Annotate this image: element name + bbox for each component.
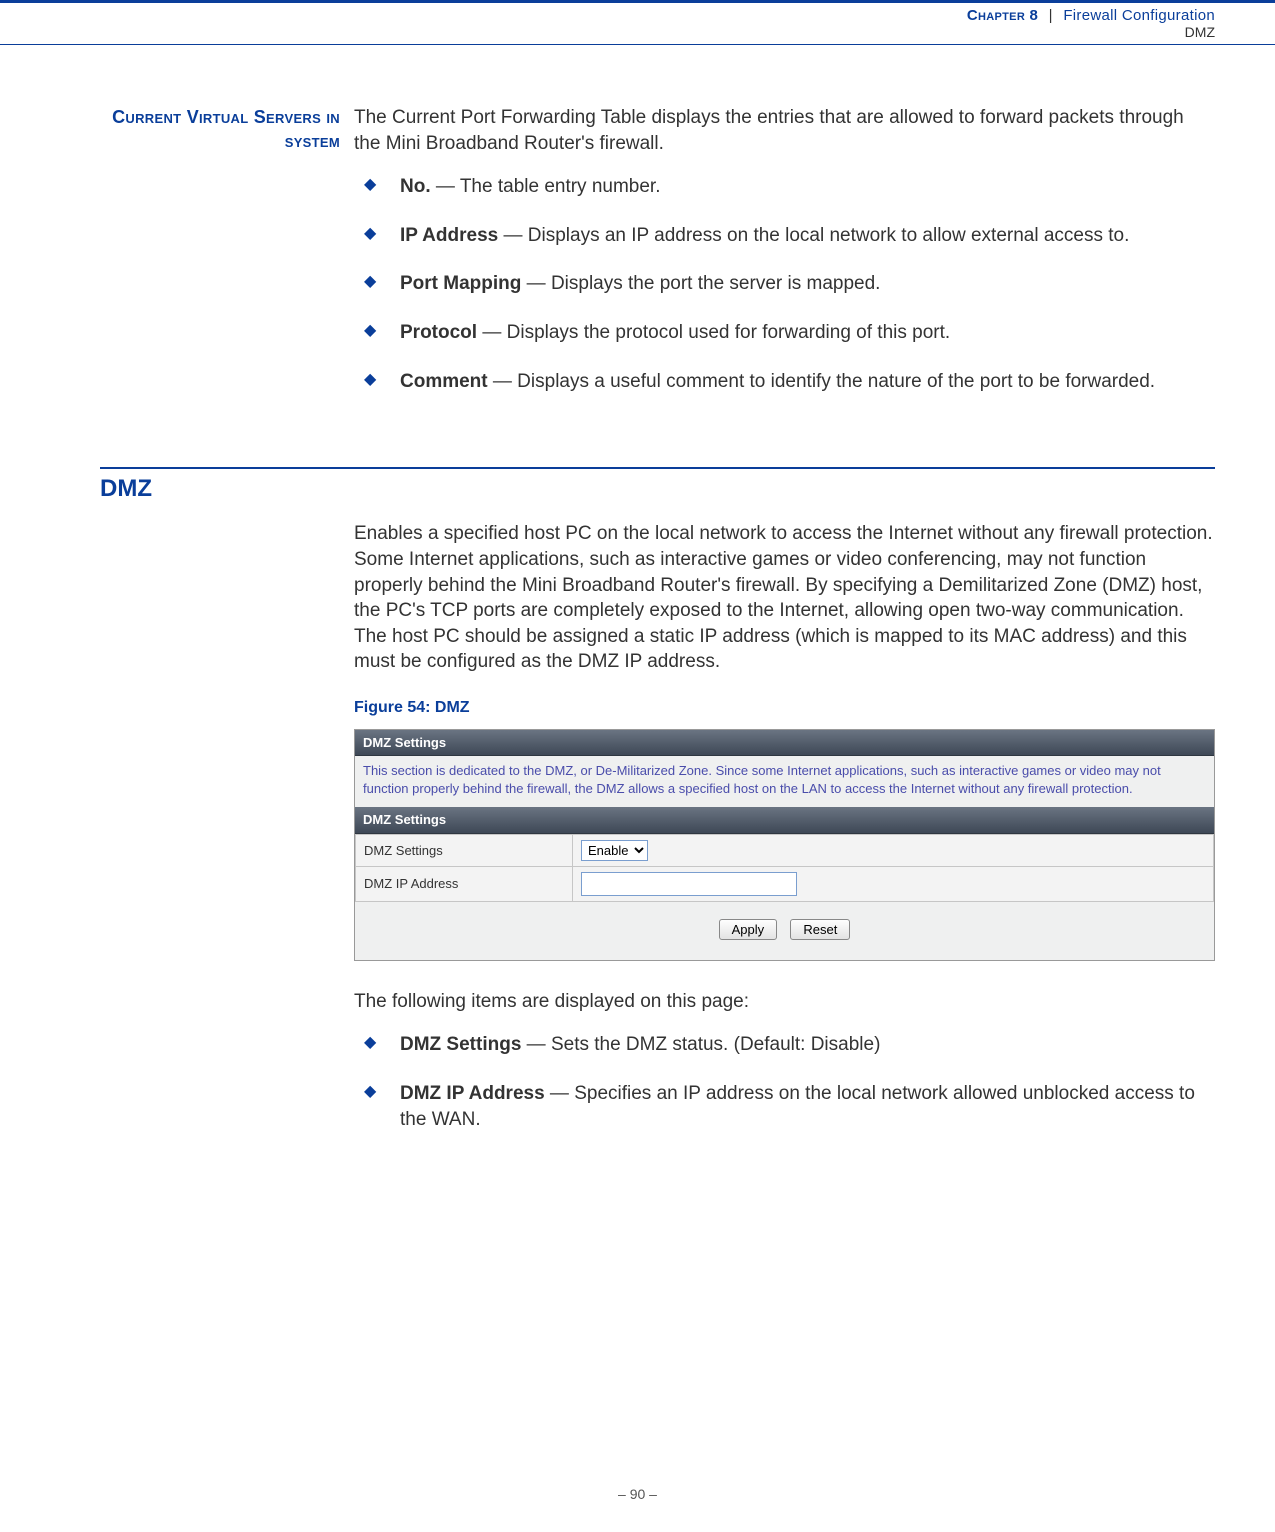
dmz-paragraph: Enables a specified host PC on the local… <box>354 521 1215 675</box>
figure-description: This section is dedicated to the DMZ, or… <box>355 756 1214 807</box>
section1-list: No. — The table entry number. IP Address… <box>354 174 1215 395</box>
section-title-dmz: DMZ <box>100 475 340 503</box>
dmz-settings-table: DMZ Settings Enable DMZ IP Address <box>355 834 1214 902</box>
figure-dmz-screenshot: DMZ Settings This section is dedicated t… <box>354 729 1215 961</box>
page-number: – 90 – <box>0 1486 1275 1502</box>
list-item: IP Address — Displays an IP address on t… <box>354 223 1215 250</box>
dmz-settings-select[interactable]: Enable <box>581 840 648 861</box>
item-bold: DMZ IP Address <box>400 1083 545 1104</box>
dmz-ip-cell <box>573 866 1214 901</box>
dmz-settings-label: DMZ Settings <box>356 834 573 866</box>
list-item: Port Mapping — Displays the port the ser… <box>354 271 1215 298</box>
section-divider <box>100 467 1215 469</box>
item-bold: DMZ Settings <box>400 1034 521 1055</box>
dmz-after-text: The following items are displayed on thi… <box>354 989 1215 1015</box>
item-bold: No. <box>400 176 431 197</box>
item-bold: IP Address <box>400 225 498 246</box>
item-rest: — Displays the protocol used for forward… <box>477 322 950 343</box>
item-rest: — Displays an IP address on the local ne… <box>498 225 1129 246</box>
dmz-ip-input[interactable] <box>581 872 797 896</box>
figure-header-2: DMZ Settings <box>355 807 1214 834</box>
figure-label: Figure 54: DMZ <box>354 697 1215 719</box>
list-item: DMZ Settings — Sets the DMZ status. (Def… <box>354 1032 1215 1059</box>
item-bold: Comment <box>400 371 488 392</box>
page-header: Chapter 8 | Firewall Configuration DMZ <box>0 0 1275 45</box>
section1-intro: The Current Port Forwarding Table displa… <box>354 105 1215 156</box>
apply-button[interactable]: Apply <box>719 919 778 940</box>
list-item: Comment — Displays a useful comment to i… <box>354 369 1215 396</box>
section2-list: DMZ Settings — Sets the DMZ status. (Def… <box>354 1032 1215 1134</box>
header-separator: | <box>1049 7 1053 24</box>
item-bold: Port Mapping <box>400 273 521 294</box>
section-heading-current-virtual: Current Virtual Servers in system <box>100 105 340 154</box>
chapter-label: Chapter 8 <box>967 7 1038 24</box>
header-chapter-line: Chapter 8 | Firewall Configuration <box>0 7 1215 24</box>
list-item: No. — The table entry number. <box>354 174 1215 201</box>
dmz-ip-label: DMZ IP Address <box>356 866 573 901</box>
figure-button-row: Apply Reset <box>355 902 1214 960</box>
reset-button[interactable]: Reset <box>790 919 850 940</box>
figure-header-1: DMZ Settings <box>355 730 1214 757</box>
item-bold: Protocol <box>400 322 477 343</box>
table-row: DMZ Settings Enable <box>356 834 1214 866</box>
list-item: Protocol — Displays the protocol used fo… <box>354 320 1215 347</box>
table-row: DMZ IP Address <box>356 866 1214 901</box>
header-subtitle: DMZ <box>0 24 1215 40</box>
list-item: DMZ IP Address — Specifies an IP address… <box>354 1081 1215 1134</box>
dmz-settings-cell: Enable <box>573 834 1214 866</box>
chapter-title: Firewall Configuration <box>1063 7 1215 24</box>
item-rest: — The table entry number. <box>431 176 661 197</box>
item-rest: — Sets the DMZ status. (Default: Disable… <box>521 1034 880 1055</box>
item-rest: — Displays the port the server is mapped… <box>521 273 880 294</box>
item-rest: — Displays a useful comment to identify … <box>488 371 1155 392</box>
